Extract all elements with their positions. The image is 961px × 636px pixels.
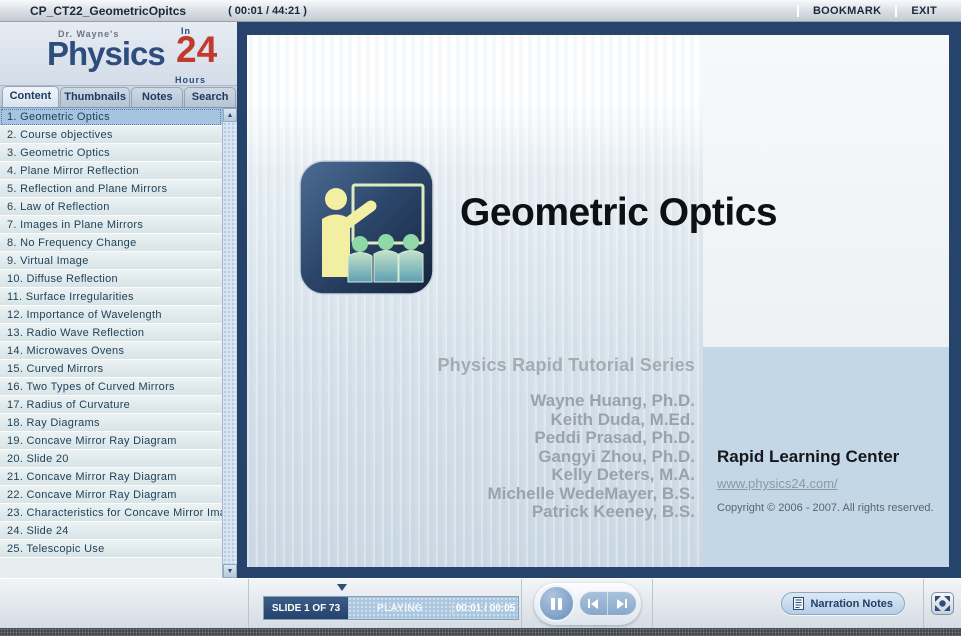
scroll-down-icon[interactable]: ▼	[223, 564, 237, 578]
progress-marker-icon[interactable]	[337, 584, 347, 591]
org-name: Rapid Learning Center	[717, 447, 900, 466]
toc-container: 1. Geometric Optics 2. Course objectives…	[0, 108, 237, 578]
step-forward-icon	[616, 598, 624, 609]
tab-thumbnails[interactable]: Thumbnails	[59, 87, 131, 107]
document-icon	[793, 597, 805, 610]
series-subtitle: Physics Rapid Tutorial Series	[437, 355, 695, 375]
credit-line: Keith Duda, M.Ed.	[550, 409, 696, 429]
credit-line: Peddi Prasad, Ph.D.	[534, 428, 695, 447]
slide-canvas: Physics Rapid Tutorial Series Wayne Huan…	[247, 35, 949, 567]
toc-item[interactable]: 8. No Frequency Change	[0, 234, 222, 252]
website-link[interactable]: www.physics24.com/	[717, 476, 838, 491]
right-panel-bottom: Rapid Learning Center www.physics24.com/…	[703, 347, 949, 567]
presentation-title: CP_CT22_GeometricOpitcs	[30, 3, 187, 18]
total-elapsed-time: ( 00:01 / 44:21 )	[228, 4, 307, 17]
credit-line: Patrick Keeney, B.S.	[531, 502, 695, 521]
credit-line: Kelly Deters, M.A.	[551, 465, 695, 484]
fullscreen-icon	[935, 596, 950, 611]
toc-item[interactable]: 6. Law of Reflection	[0, 198, 222, 216]
slide-title: Geometric Optics	[460, 191, 778, 234]
toc-item[interactable]: 9. Virtual Image	[0, 252, 222, 270]
player-window: CP_CT22_GeometricOpitcs ( 00:01 / 44:21 …	[0, 0, 961, 636]
top-title-bar: CP_CT22_GeometricOpitcs ( 00:01 / 44:21 …	[0, 0, 961, 22]
toc-item[interactable]: 16. Two Types of Curved Mirrors	[0, 378, 222, 396]
toc-item[interactable]: 23. Characteristics for Concave Mirror I…	[0, 504, 222, 522]
sidebar-tabs: Content Thumbnails Notes Search	[0, 86, 237, 108]
tab-search[interactable]: Search	[184, 87, 236, 107]
narration-notes-button[interactable]: Narration Notes	[781, 592, 905, 615]
tab-content[interactable]: Content	[2, 86, 59, 107]
next-slide-button[interactable]	[608, 592, 636, 615]
notes-section: Narration Notes	[653, 579, 924, 628]
toc-item[interactable]: 21. Concave Mirror Ray Diagram	[0, 468, 222, 486]
slide-stage: Physics Rapid Tutorial Series Wayne Huan…	[237, 22, 961, 578]
copyright-text: Copyright © 2006 - 2007. All rights rese…	[717, 502, 934, 514]
toc-item[interactable]: 10. Diffuse Reflection	[0, 270, 222, 288]
toc-item[interactable]: 2. Course objectives	[0, 126, 222, 144]
playback-status: PLAYING	[377, 602, 423, 614]
chrome-bottom-edge	[0, 628, 961, 636]
toc-item[interactable]: 22. Concave Mirror Ray Diagram	[0, 486, 222, 504]
logo-hours: Hours	[175, 75, 207, 85]
step-back-icon	[588, 599, 591, 608]
toc-item[interactable]: 4. Plane Mirror Reflection	[0, 162, 222, 180]
toc-item[interactable]: 5. Reflection and Plane Mirrors	[0, 180, 222, 198]
bottombar-blank-section	[0, 579, 249, 628]
progress-section: SLIDE 1 OF 73 PLAYING 00:01 / 00:05	[249, 579, 522, 628]
toc-item[interactable]: 14. Microwaves Ovens	[0, 342, 222, 360]
sidebar: Dr. Wayne's Physics In 24 Hours Content …	[0, 22, 237, 578]
toc-item[interactable]: 12. Importance of Wavelength	[0, 306, 222, 324]
tab-notes[interactable]: Notes	[131, 87, 184, 107]
classroom-presenter-icon	[299, 160, 434, 295]
transport-controls	[522, 579, 653, 628]
slide-main-area: Physics Rapid Tutorial Series Wayne Huan…	[247, 35, 703, 567]
toc-item[interactable]: 17. Radius of Curvature	[0, 396, 222, 414]
toc-item[interactable]: 15. Curved Mirrors	[0, 360, 222, 378]
toc-item[interactable]: 24. Slide 24	[0, 522, 222, 540]
toc-item[interactable]: 7. Images in Plane Mirrors	[0, 216, 222, 234]
toc-item[interactable]: 3. Geometric Optics	[0, 144, 222, 162]
fullscreen-button[interactable]	[931, 592, 954, 615]
scrollbar-track[interactable]	[223, 122, 237, 564]
playback-bar: SLIDE 1 OF 73 PLAYING 00:01 / 00:05 Narr…	[0, 578, 961, 628]
toc-item[interactable]: 18. Ray Diagrams	[0, 414, 222, 432]
slide-time: 00:01 / 00:05	[452, 602, 518, 614]
previous-slide-button[interactable]	[580, 592, 608, 615]
toc-list: 1. Geometric Optics 2. Course objectives…	[0, 108, 222, 578]
pause-icon	[550, 597, 555, 610]
toc-item[interactable]: 1. Geometric Optics	[0, 108, 222, 126]
toc-item[interactable]: 13. Radio Wave Reflection	[0, 324, 222, 342]
toc-item[interactable]: 11. Surface Irregularities	[0, 288, 222, 306]
toc-item[interactable]: 25. Telescopic Use	[0, 540, 222, 558]
seek-bar[interactable]: SLIDE 1 OF 73 PLAYING 00:01 / 00:05	[263, 596, 519, 620]
physics24-logo: Dr. Wayne's Physics In 24 Hours	[0, 22, 237, 86]
credits-list: Wayne Huang, Ph.D. Keith Duda, M.Ed. Ped…	[255, 391, 696, 522]
exit-button[interactable]: EXIT	[895, 4, 951, 17]
bookmark-button[interactable]: BOOKMARK	[796, 4, 895, 17]
fullscreen-section	[924, 579, 961, 628]
skip-buttons	[578, 591, 637, 616]
slide-counter-badge: SLIDE 1 OF 73	[264, 597, 348, 619]
slide-right-panel: Rapid Learning Center www.physics24.com/…	[703, 35, 949, 567]
toc-item[interactable]: 20. Slide 20	[0, 450, 222, 468]
toc-item[interactable]: 19. Concave Mirror Ray Diagram	[0, 432, 222, 450]
scroll-up-icon[interactable]: ▲	[223, 108, 237, 122]
controls-capsule	[533, 582, 641, 625]
playing-track[interactable]: PLAYING 00:01 / 00:05	[348, 597, 518, 619]
credit-line: Gangyi Zhou, Ph.D.	[538, 446, 695, 466]
credit-line: Wayne Huang, Ph.D.	[530, 391, 695, 410]
toc-scrollbar[interactable]: ▲ ▼	[222, 108, 237, 578]
credit-line: Michelle WedeMayer, B.S.	[487, 483, 695, 503]
logo-number: 24	[176, 29, 218, 70]
logo-wordmark: Physics	[47, 35, 166, 72]
pause-button[interactable]	[537, 585, 575, 622]
narration-notes-label: Narration Notes	[810, 597, 893, 610]
